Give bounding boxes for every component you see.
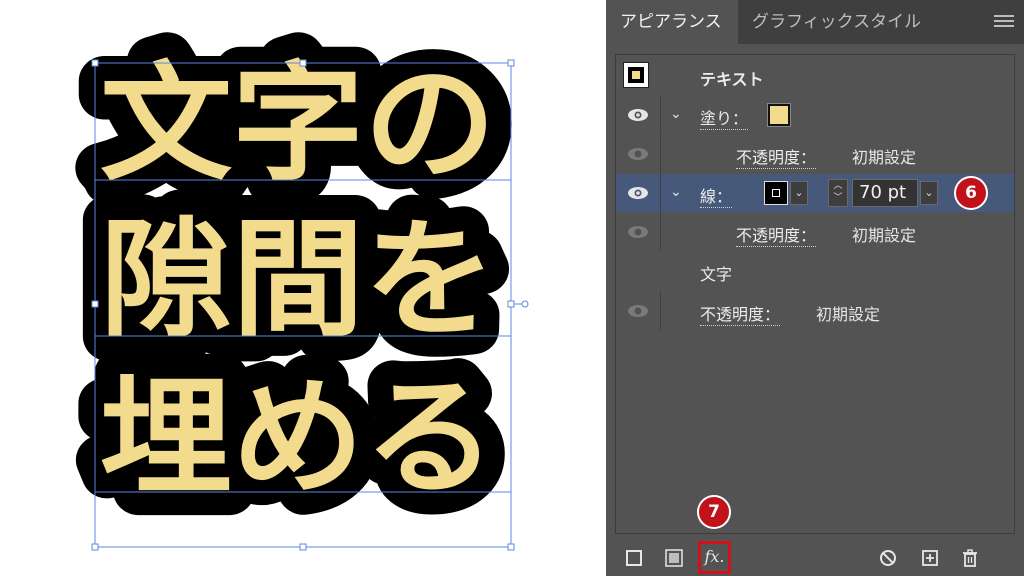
stroke-color-swatch[interactable]: [764, 181, 788, 205]
handle-top-center[interactable]: [299, 59, 307, 67]
step-badge-7: 7: [697, 495, 731, 529]
column-divider: [660, 135, 661, 173]
panel-tab-bar: アピアランス グラフィックスタイル: [606, 0, 1024, 44]
opacity-value: 初期設定: [816, 305, 881, 324]
fill-opacity-value: 初期設定: [852, 148, 917, 167]
stroke-weight-stepper[interactable]: ︿ ﹀: [828, 179, 848, 207]
text-line-3: 埋める: [100, 364, 496, 513]
stroke-weight-dropdown[interactable]: ⌄: [920, 181, 938, 205]
handle-top-right[interactable]: [507, 59, 515, 67]
row-object-header[interactable]: テキスト: [616, 57, 1014, 95]
add-new-effect-button[interactable]: fx.: [698, 541, 731, 574]
artboard[interactable]: 文字の 隙間を 埋める 文字の 隙間を 埋める: [0, 0, 604, 576]
fill-label[interactable]: 塗り：: [700, 105, 749, 130]
text-fill-layer: 文字の隙間を埋める: [100, 50, 496, 513]
row-opacity[interactable]: 不透明度： 初期設定: [616, 292, 1014, 330]
delete-trash-icon[interactable]: [960, 548, 980, 568]
characters-label[interactable]: 文字: [700, 261, 732, 285]
handle-bottom-center[interactable]: [299, 543, 307, 551]
artboard-canvas: 文字の隙間を埋める 文字の隙間を埋める: [75, 25, 529, 551]
add-new-stroke-icon[interactable]: [624, 548, 644, 568]
column-divider: [660, 292, 661, 330]
fill-opacity-label[interactable]: 不透明度：: [736, 144, 817, 169]
fill-color-swatch[interactable]: [767, 103, 791, 127]
tab-appearance[interactable]: アピアランス: [606, 0, 738, 44]
object-thumbnail-icon: [623, 62, 649, 88]
opacity-label[interactable]: 不透明度：: [700, 301, 781, 326]
row-stroke-opacity[interactable]: 不透明度： 初期設定: [616, 213, 1014, 251]
clear-appearance-icon[interactable]: [878, 548, 898, 568]
eye-icon[interactable]: [626, 105, 650, 125]
handle-bottom-right[interactable]: [507, 543, 515, 551]
chevron-down-icon[interactable]: ⌄: [670, 106, 682, 122]
appearance-list: テキスト ⌄ 塗り： 不透明度： 初期設定 ⌄ 線： ⌄ ︿ ﹀ 70 pt ⌄…: [615, 54, 1015, 534]
text-line-1: 文字の: [100, 50, 496, 199]
column-divider: [660, 96, 661, 134]
eye-icon[interactable]: [626, 183, 650, 203]
stroke-opacity-value: 初期設定: [852, 226, 917, 245]
eye-icon[interactable]: [626, 301, 650, 321]
handle-bottom-left[interactable]: [91, 543, 99, 551]
column-divider: [660, 174, 661, 212]
stroke-label[interactable]: 線：: [700, 183, 733, 208]
handle-middle-right[interactable]: [507, 300, 515, 308]
eye-icon[interactable]: [626, 144, 650, 164]
duplicate-item-icon[interactable]: [920, 548, 940, 568]
appearance-panel: アピアランス グラフィックスタイル テキスト ⌄ 塗り： 不透明度： 初期設定 …: [606, 0, 1024, 576]
stroke-weight-input[interactable]: 70 pt: [852, 179, 918, 207]
eye-icon[interactable]: [626, 222, 650, 242]
row-characters[interactable]: 文字: [616, 252, 1014, 290]
chevron-down-icon[interactable]: ⌄: [670, 184, 682, 200]
stroke-opacity-label[interactable]: 不透明度：: [736, 222, 817, 247]
panel-menu-icon[interactable]: [994, 12, 1014, 30]
step-badge-6: 6: [954, 176, 988, 210]
column-divider: [660, 213, 661, 251]
add-new-fill-icon[interactable]: [664, 548, 684, 568]
row-fill[interactable]: ⌄ 塗り：: [616, 96, 1014, 134]
handle-top-left[interactable]: [91, 59, 99, 67]
text-line-2: 隙間を: [100, 206, 496, 355]
object-type-title: テキスト: [700, 70, 764, 89]
row-fill-opacity[interactable]: 不透明度： 初期設定: [616, 135, 1014, 173]
tab-graphic-styles[interactable]: グラフィックスタイル: [738, 0, 938, 44]
panel-bottom-bar: fx.: [606, 540, 1024, 576]
stroke-color-dropdown[interactable]: ⌄: [790, 181, 808, 205]
handle-middle-left[interactable]: [91, 300, 99, 308]
rotate-handle[interactable]: [521, 300, 529, 308]
row-stroke[interactable]: ⌄ 線： ⌄ ︿ ﹀ 70 pt ⌄ 6: [616, 174, 1014, 212]
